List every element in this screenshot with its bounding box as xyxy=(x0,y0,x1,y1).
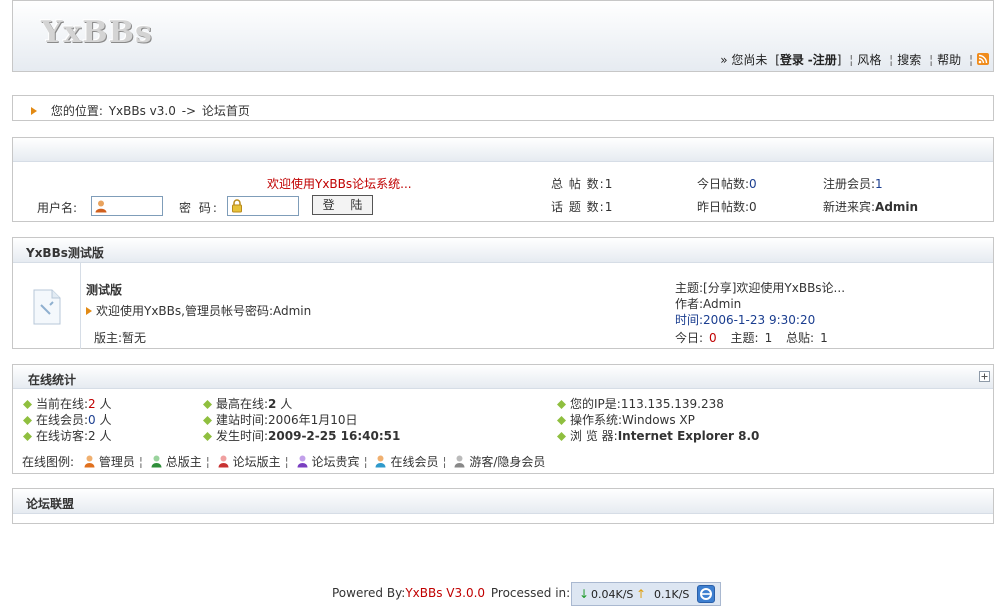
legend-item-guest: 游客/隐身会员 xyxy=(454,455,545,469)
category-panel: YxBBs测试版 测试版 欢迎使用YxBBs,管理员帐号密码:Admin 版主:… xyxy=(12,237,994,349)
login-panel: 欢迎使用YxBBs论坛系统... 用户名: 密 码: 登 陆 总 帖 数:1 话… xyxy=(12,137,994,222)
diamond-icon xyxy=(557,416,566,425)
newest-member-link[interactable]: Admin xyxy=(875,200,918,214)
ie-icon[interactable] xyxy=(697,585,715,603)
forum-status-icon xyxy=(33,289,61,325)
online-title: 在线统计 xyxy=(28,373,77,387)
founded-date: 建站时间:2006年1月10日 xyxy=(203,411,358,428)
diamond-icon xyxy=(23,400,32,409)
expand-icon[interactable] xyxy=(979,371,990,382)
register-link[interactable]: 注册 xyxy=(813,53,837,67)
moderator-icon xyxy=(218,455,229,468)
online-guests: 在线访客:2 人 xyxy=(23,427,112,444)
online-panel: 在线统计 当前在线:2 人 在线会员:0 人 在线访客:2 人 最高在线:2 人… xyxy=(12,364,994,474)
last-author: 作者:Admin xyxy=(675,297,742,311)
forum-counts: 今日: 0 主题: 1 总贴: 1 xyxy=(675,331,828,345)
arrow-icon xyxy=(31,107,37,115)
login-panel-header xyxy=(13,138,993,162)
member-icon xyxy=(375,455,386,468)
header-user-links: » 您尚未 [登录 -注册] ¦ 风格 ¦ 搜索 ¦ 帮助 ¦ xyxy=(720,51,989,68)
guest-icon xyxy=(454,455,465,468)
breadcrumb-current: 论坛首页 xyxy=(201,104,250,118)
powered-link[interactable]: YxBBs V3.0.0 xyxy=(405,586,485,600)
newest-member-stat: 新进来宾:Admin xyxy=(823,200,919,214)
guest-prefix: » 您尚未 xyxy=(720,53,768,67)
forum-icon-cell xyxy=(13,263,81,349)
user-os: 操作系统:Windows XP xyxy=(557,411,695,428)
forum-description: 欢迎使用YxBBs,管理员帐号密码:Admin xyxy=(86,302,311,319)
diamond-icon xyxy=(23,416,32,425)
username-input[interactable] xyxy=(91,196,163,216)
legend-item-moderator: 论坛版主 xyxy=(218,455,281,469)
upload-arrow-icon: ↑ xyxy=(636,587,647,601)
forum-moderator: 版主:暂无 xyxy=(94,331,147,345)
login-link[interactable]: 登录 xyxy=(780,53,804,67)
total-posts-stat: 总 帖 数:1 xyxy=(551,177,613,191)
welcome-text: 欢迎使用YxBBs论坛系统... xyxy=(267,177,412,191)
last-topic: 主题:[分享]欢迎使用YxBBs论... xyxy=(675,281,846,295)
upload-speed: 0.1K/S xyxy=(654,588,690,601)
category-title[interactable]: YxBBs测试版 xyxy=(26,244,104,261)
password-input[interactable] xyxy=(227,196,299,216)
diamond-icon xyxy=(557,400,566,409)
style-link[interactable]: 风格 xyxy=(857,53,881,67)
help-link[interactable]: 帮助 xyxy=(937,53,961,67)
breadcrumb-arrow: -> xyxy=(181,104,197,118)
breadcrumb-prefix: 您的位置: xyxy=(50,104,103,118)
super-moderator-icon xyxy=(151,455,162,468)
bracket-close: ] xyxy=(836,53,842,67)
footer-powered: Powered By:YxBBs V3.0.0 Processed in:0.0 xyxy=(332,586,590,600)
breadcrumb-site-link[interactable]: YxBBs v3.0 xyxy=(109,104,176,118)
diamond-icon xyxy=(203,416,212,425)
diamond-icon xyxy=(23,432,32,441)
members-stat: 注册会员:1 xyxy=(823,177,883,191)
online-members: 在线会员:0 人 xyxy=(23,411,112,428)
rss-icon[interactable] xyxy=(977,53,989,65)
max-online: 最高在线:2 人 xyxy=(203,395,292,412)
yesterday-posts-stat: 昨日帖数:0 xyxy=(697,200,757,214)
current-online: 当前在线:2 人 xyxy=(23,395,112,412)
header-bar: YxBBs » 您尚未 [登录 -注册] ¦ 风格 ¦ 搜索 ¦ 帮助 ¦ xyxy=(12,0,994,72)
network-meter: ↓ 0.04K/S ↑ 0.1K/S xyxy=(571,582,721,606)
legend-item-vip: 论坛贵宾 xyxy=(297,455,360,469)
online-legend: 在线图例: 管理员 ¦ 总版主 ¦ 论坛版主 ¦ 论坛贵宾 ¦ 在线会员 ¦ 游客/隐身会… xyxy=(22,455,546,469)
user-icon xyxy=(95,200,107,213)
user-ip: 您的IP是:113.135.139.238 xyxy=(557,395,724,412)
user-browser: 浏 览 器:Internet Explorer 8.0 xyxy=(557,427,759,444)
alliance-panel: 论坛联盟 xyxy=(12,488,994,524)
last-topic-link[interactable]: [分享]欢迎使用YxBBs论... xyxy=(703,281,845,295)
legend-item-admin: 管理员 xyxy=(84,455,135,469)
alliance-header: 论坛联盟 xyxy=(13,489,993,514)
topics-stat: 话 题 数:1 xyxy=(551,200,613,214)
site-logo[interactable]: YxBBs xyxy=(41,15,153,50)
vip-user-icon xyxy=(297,455,308,468)
breadcrumb: 您的位置: YxBBs v3.0 -> 论坛首页 xyxy=(12,95,994,121)
diamond-icon xyxy=(203,400,212,409)
legend-label: 在线图例: xyxy=(22,455,75,469)
last-time: 时间:2006-1-23 9:30:20 xyxy=(675,313,816,327)
max-online-time: 发生时间:2009-2-25 16:40:51 xyxy=(203,427,400,444)
legend-item-member: 在线会员 xyxy=(375,455,438,469)
forum-row: 测试版 欢迎使用YxBBs,管理员帐号密码:Admin 版主:暂无 主题:[分享… xyxy=(13,263,993,349)
lock-icon xyxy=(232,199,242,213)
diamond-icon xyxy=(203,432,212,441)
password-label: 密 码: xyxy=(179,201,219,215)
today-posts-stat: 今日帖数:0 xyxy=(697,177,757,191)
legend-item-super-mod: 总版主 xyxy=(151,455,202,469)
alliance-title: 论坛联盟 xyxy=(26,497,75,511)
category-header: YxBBs测试版 xyxy=(13,238,993,263)
diamond-icon xyxy=(557,432,566,441)
forum-name[interactable]: 测试版 xyxy=(86,281,122,298)
admin-user-icon xyxy=(84,455,95,468)
login-button[interactable]: 登 陆 xyxy=(312,195,373,215)
arrow-icon xyxy=(86,307,92,315)
search-link[interactable]: 搜索 xyxy=(897,53,921,67)
download-speed: 0.04K/S xyxy=(591,588,634,601)
username-label: 用户名: xyxy=(37,201,78,215)
last-author-link[interactable]: Admin xyxy=(703,297,741,311)
download-arrow-icon: ↓ xyxy=(579,587,590,601)
online-header: 在线统计 xyxy=(13,365,993,389)
